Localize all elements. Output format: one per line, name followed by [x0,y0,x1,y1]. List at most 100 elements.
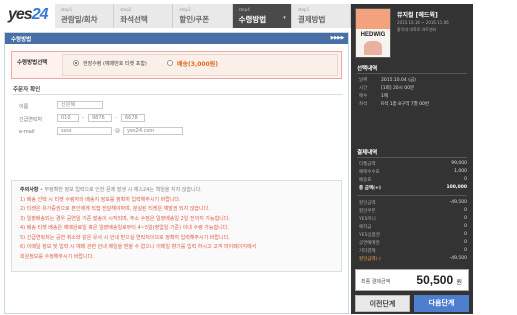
price-row: 할인쿠폰 0 [359,208,467,214]
step-label: 할인/쿠폰 [179,15,210,24]
step-label: 관람일/회차 [61,15,98,24]
page-margin [473,0,517,315]
price-row: 티켓금액 99,000 [359,161,467,167]
notice-line: 회원정보를 수정해주시기 바랍니다. [20,253,94,260]
price-row: 할인금액 -49,500 [359,200,467,206]
previous-step-button[interactable]: 이전단계 [355,295,410,312]
notice-intro: • 부정확한 정보 입력으로 인한 문제 발생 시 예스24는 책임을 지지 않… [38,187,202,193]
logo-text: yes [8,6,33,23]
delivery-method-box: 수령방법선택 현장수령 (예매번호 티켓 포함) 배송(3,000원) [11,51,342,79]
final-amount-number: 50,500 [416,273,454,287]
row-key: 매수 [359,94,368,99]
price-value: 99,000 [451,161,467,166]
pickup-option-label: 현장수령 (예매번호 티켓 포함) [83,61,147,67]
selection-heading: 선택내역 [357,66,378,72]
price-value: 0 [464,224,467,229]
show-poster: HEDWIG [355,8,391,58]
phone-field-1[interactable]: 010 [57,114,79,122]
notice-line: 2) 티켓은 유가증권으로 본인에게 직접 전달해야하며, 분실된 티켓은 재발… [20,206,210,212]
step-number: step2 [120,7,132,12]
email-id-field[interactable]: ssss [57,127,112,135]
step1-tab[interactable]: step1 관람일/회차 [55,4,115,28]
price-key: 공연예매권 [359,241,380,246]
price-value: -49,500 [449,256,467,261]
price-key: 할인금액(-) [359,257,381,262]
price-key: 예치금 [359,225,372,230]
final-amount-value: 50,500 원 [416,273,462,287]
price-row: 예매수수료 1,000 [359,169,467,175]
price-value: 0 [464,177,467,182]
row-key: 좌석 [359,102,368,107]
price-row: 예치금 0 [359,224,467,230]
next-step-button[interactable]: 다음단계 [414,295,469,312]
price-value: 0 [464,208,467,213]
price-row: 공연예매권 0 [359,240,467,246]
row-value: 1매 [381,94,389,99]
at-sign: @ [115,128,120,134]
step-label: 결제방법 [297,15,326,24]
step2-tab[interactable]: step2 좌석선택 [114,4,174,28]
selection-date-row: 날짜 2015.10.04 (금) [359,77,469,83]
price-key: YES머니 [359,217,376,222]
show-title: 뮤지컬 [헤드윅] [397,12,438,19]
notice-line: 5) 긴급연락처는 공연 취소와 같은 유사 시 안내 받으실 연락처이므로 정… [20,234,230,241]
section-header: 수령방법 ▶▶▶▶ [5,33,348,44]
orderer-heading: 주문자 확인 [13,87,41,93]
step3-tab[interactable]: step3 할인/쿠폰 [173,4,233,28]
price-value: 0 [464,248,467,253]
notice-box: 주의사항 • 부정확한 정보 입력으로 인한 문제 발생 시 예스24는 책임을… [11,180,342,272]
row-value: [1회] 20시 00분 [381,86,415,91]
phone-field-2[interactable]: 9876 [88,114,112,122]
price-value: 0 [464,240,467,245]
price-key: 티켓금액 [359,162,376,167]
method-label: 수령방법선택 [17,60,48,66]
notice-line: 3) 일괄배송되는 경우 공연일 기준 발송이 시작되며, 주소 수정은 일괄배… [20,215,230,222]
step-number: step3 [179,7,191,12]
step-navigation: step1 관람일/회차 step2 좌석선택 step3 할인/쿠폰 step4 수령… [55,4,352,28]
email-label: e-mail [19,129,35,135]
price-key: 할인쿠폰 [359,209,376,214]
notice-line: 6) 이메일 정보 및 입력 시 예매 관련 안내 메일을 받을 수 없으니 이… [20,244,257,250]
step5-tab[interactable]: step5 결제방법 [291,4,352,28]
dash-separator: - [82,115,84,121]
row-key: 시간 [359,86,368,91]
name-field[interactable]: 신은혜 [57,101,103,109]
step-label: 좌석선택 [120,15,148,24]
notice-line: 4) 배송 티켓 배송은 예매완료일 혹은 일괄배송일로부터 4~5일(영업일 … [20,225,229,231]
divider [357,195,467,196]
step-number: step4 [238,7,250,12]
price-key: 예매수수료 [359,170,380,175]
price-value: 100,000 [446,185,468,190]
step-label: 수령방법 [238,15,267,24]
row-value: 2015.10.04 (금) [381,78,416,83]
poster-background [356,9,390,29]
booking-summary-panel: HEDWIG 뮤지컬 [헤드윅] 2015.10.16 ~ 2016.11.06… [351,4,473,314]
price-row: 기타결제 0 [359,248,467,254]
price-key: YES상품권 [359,233,380,238]
price-key: 기타결제 [359,249,376,254]
price-value: -49,500 [449,200,467,205]
notice-title: 주의사항 [20,187,39,193]
delivery-method-panel: 수령방법 ▶▶▶▶ 수령방법선택 현장수령 (예매번호 티켓 포함) 배송(3,… [4,32,349,314]
selection-seat-row: 좌석 R석 1층 8구역 7열 00번 [359,101,469,107]
row-key: 날짜 [359,78,368,83]
yes24-logo[interactable]: yes24 [8,6,48,24]
radio-button-delivery[interactable] [167,60,173,66]
step-number: step1 [61,7,73,12]
divider [13,94,343,95]
phone-label: 긴급연락처 [19,117,43,123]
price-value: 1,000 [454,169,467,174]
dash-separator: - [115,115,117,121]
phone-field-3[interactable]: 6678 [121,114,145,122]
price-row-total: 총 금액(+) 100,000 [359,185,467,191]
price-row-discount: 할인금액(-) -49,500 [359,256,467,262]
delivery-option-label: 배송(3,000원) [177,61,219,68]
price-key: 할인금액 [359,201,376,206]
step4-tab[interactable]: step4 수령방법 ▾ [232,4,292,28]
price-row: 배송료 0 [359,177,467,183]
radio-button-pickup[interactable] [73,60,79,66]
row-value: R석 1층 8구역 7열 00번 [381,102,430,107]
selection-time-row: 시간 [1회] 20시 00분 [359,85,469,91]
email-domain-field[interactable]: yes24.com [123,127,183,135]
divider [357,73,467,74]
